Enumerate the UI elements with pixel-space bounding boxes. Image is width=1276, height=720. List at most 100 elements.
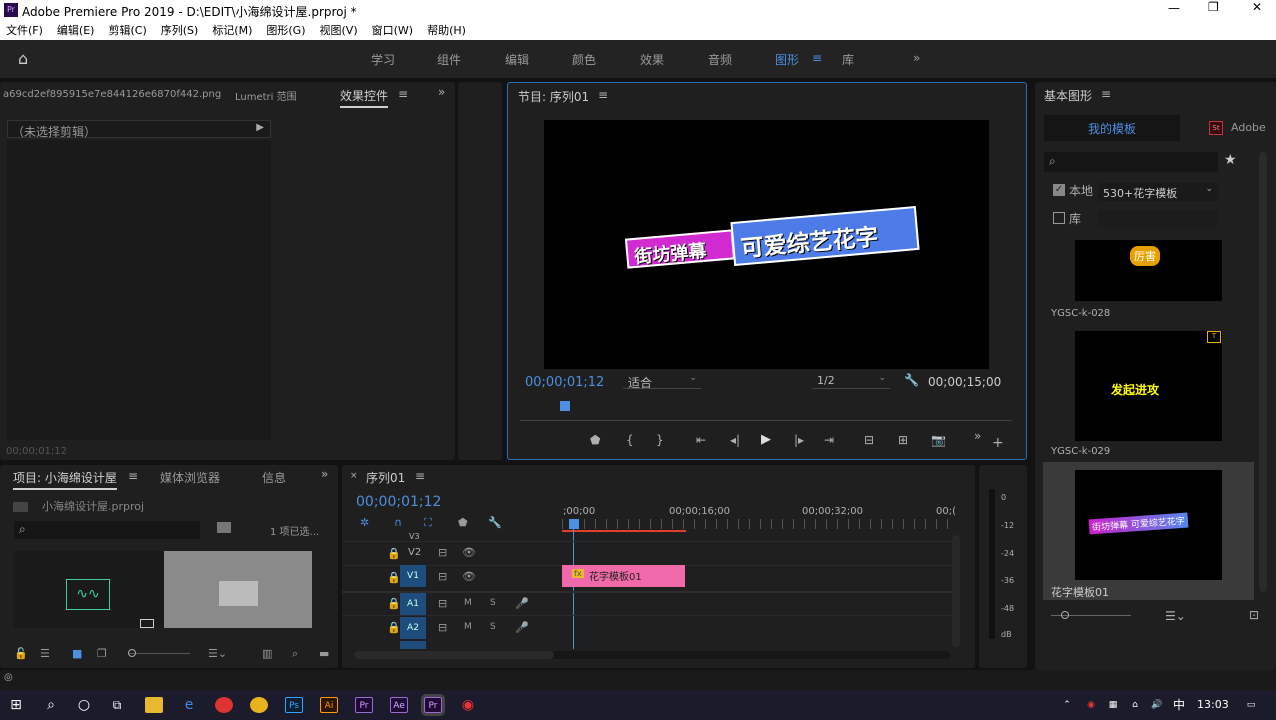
chrome-icon[interactable] bbox=[250, 697, 268, 713]
track-target-a1[interactable]: A1 bbox=[400, 593, 426, 615]
go-to-in-icon[interactable]: ⇤ bbox=[696, 433, 706, 447]
template-item-selected[interactable]: 街坊弹幕 可爱综艺花字 花字模板01 bbox=[1043, 462, 1254, 600]
lift-icon[interactable]: ⊟ bbox=[864, 433, 874, 447]
sort-icon[interactable]: ☰⌄ bbox=[208, 647, 227, 660]
snap-magnet-icon[interactable]: ∩ bbox=[394, 516, 402, 529]
time-ruler[interactable] bbox=[562, 519, 950, 529]
netease-music-icon[interactable] bbox=[215, 697, 233, 713]
lock-icon[interactable]: 🔓 bbox=[14, 647, 28, 660]
volume-icon[interactable]: 🔊 bbox=[1148, 697, 1166, 713]
program-monitor-title[interactable]: 节目: 序列01 bbox=[518, 88, 589, 105]
close-button[interactable]: ✕ bbox=[1252, 0, 1262, 14]
menu-clip[interactable]: 剪辑(C) bbox=[108, 22, 146, 38]
fit-dropdown[interactable]: 适合 ⌄ bbox=[623, 373, 701, 390]
library-checkbox[interactable] bbox=[1053, 212, 1065, 224]
new-item-icon[interactable]: ⊡ bbox=[1249, 608, 1259, 622]
timeline-timecode[interactable]: 00;00;01;12 bbox=[356, 494, 441, 510]
after-effects-icon[interactable]: Ae bbox=[390, 697, 408, 713]
menu-sequence[interactable]: 序列(S) bbox=[161, 22, 199, 38]
settings-wrench-icon[interactable]: 🔧 bbox=[904, 373, 919, 387]
recorder-icon[interactable]: ◉ bbox=[459, 697, 477, 713]
workspace-learn[interactable]: 学习 bbox=[371, 51, 395, 68]
icon-view-icon[interactable]: ■ bbox=[72, 647, 82, 660]
sync-lock-icon[interactable]: ⊟ bbox=[438, 570, 447, 583]
more-workspaces-icon[interactable]: » bbox=[913, 51, 920, 65]
track-target-a3[interactable] bbox=[400, 641, 426, 649]
more-panels-icon[interactable]: » bbox=[321, 467, 328, 481]
file-explorer-icon[interactable] bbox=[145, 697, 163, 713]
mute-button[interactable]: M bbox=[464, 598, 472, 608]
new-bin-icon[interactable]: ▬ bbox=[319, 647, 329, 660]
folder-up-icon[interactable] bbox=[13, 502, 28, 512]
solo-button[interactable]: S bbox=[490, 622, 496, 632]
sync-lock-icon[interactable]: ⊟ bbox=[438, 621, 447, 634]
library-dropdown[interactable] bbox=[1098, 210, 1218, 228]
tray-expand-icon[interactable]: ⌃ bbox=[1058, 697, 1076, 713]
workspace-audio[interactable]: 音频 bbox=[708, 51, 732, 68]
more-buttons-icon[interactable]: » bbox=[974, 429, 981, 443]
lock-icon[interactable]: 🔒 bbox=[387, 547, 401, 560]
tab-effect-controls[interactable]: 效果控件 bbox=[340, 87, 389, 108]
network-icon[interactable]: ⌂ bbox=[1126, 697, 1144, 713]
automate-icon[interactable]: ▥ bbox=[262, 647, 272, 660]
notifications-icon[interactable]: ▭ bbox=[1242, 697, 1260, 713]
go-to-out-icon[interactable]: ⇥ bbox=[824, 433, 834, 447]
tab-project[interactable]: 项目: 小海绵设计屋 bbox=[13, 469, 117, 490]
resolution-dropdown[interactable]: 1/2 ⌄ bbox=[812, 373, 890, 389]
menu-window[interactable]: 窗口(W) bbox=[372, 22, 413, 38]
lock-icon[interactable]: 🔒 bbox=[387, 597, 401, 610]
timeline-clip[interactable]: fx 花字模板01 bbox=[562, 565, 685, 587]
zoom-slider[interactable] bbox=[128, 649, 190, 657]
play-button[interactable]: ▶ bbox=[761, 432, 771, 447]
list-view-icon[interactable]: ☰ bbox=[40, 647, 50, 660]
work-area-bar[interactable] bbox=[562, 530, 686, 532]
eye-icon[interactable]: 👁 bbox=[462, 546, 476, 559]
vertical-scrollbar[interactable] bbox=[952, 535, 960, 647]
panel-menu-icon[interactable]: ≡ bbox=[598, 88, 608, 102]
playhead-handle[interactable] bbox=[560, 401, 570, 411]
premiere-active-icon[interactable]: Pr bbox=[421, 694, 445, 716]
lock-icon[interactable]: 🔒 bbox=[387, 571, 401, 584]
add-marker-icon[interactable]: ⬟ bbox=[458, 516, 468, 529]
ime-indicator[interactable]: 中 bbox=[1170, 697, 1188, 713]
tab-lumetri-scopes[interactable]: Lumetri 范围 bbox=[235, 88, 297, 103]
eye-icon[interactable]: 👁 bbox=[462, 570, 476, 583]
program-timecode[interactable]: 00;00;01;12 bbox=[525, 375, 604, 390]
more-panels-icon[interactable]: » bbox=[438, 85, 445, 99]
cortana-icon[interactable]: ○ bbox=[75, 697, 93, 713]
maximize-button[interactable]: ❐ bbox=[1208, 0, 1219, 14]
premiere-icon[interactable]: Pr bbox=[355, 697, 373, 713]
microphone-icon[interactable]: 🎤 bbox=[515, 621, 529, 634]
template-thumb-028[interactable]: 厉害 bbox=[1075, 240, 1222, 301]
tab-my-templates[interactable]: 我的模板 bbox=[1044, 115, 1180, 141]
menu-view[interactable]: 视图(V) bbox=[320, 22, 358, 38]
tab-media-browser[interactable]: 媒体浏览器 bbox=[160, 469, 220, 486]
mute-button[interactable]: M bbox=[464, 622, 472, 632]
tab-sequence[interactable]: 序列01 bbox=[366, 469, 405, 486]
bin-folder-thumb[interactable] bbox=[164, 551, 312, 628]
button-editor-icon[interactable]: + bbox=[992, 435, 1004, 451]
find-in-bin-icon[interactable] bbox=[217, 522, 231, 533]
workspace-color[interactable]: 颜色 bbox=[572, 51, 596, 68]
playhead-scrubber[interactable] bbox=[520, 401, 1012, 421]
timeline-playhead[interactable] bbox=[569, 519, 579, 529]
tray-record-icon[interactable]: ◉ bbox=[1082, 697, 1100, 713]
solo-button[interactable]: S bbox=[490, 598, 496, 608]
menu-marker[interactable]: 标记(M) bbox=[212, 22, 252, 38]
timeline-settings-icon[interactable]: 🔧 bbox=[488, 516, 502, 529]
sync-lock-icon[interactable]: ⊟ bbox=[438, 546, 447, 559]
template-search-input[interactable]: ⌕ bbox=[1044, 152, 1218, 172]
project-search-input[interactable]: ⌕ bbox=[14, 521, 200, 539]
workspace-effects[interactable]: 效果 bbox=[640, 51, 664, 68]
expand-arrow-icon[interactable]: ▶ bbox=[256, 122, 264, 133]
audio-media-thumb[interactable]: ∿∿ bbox=[14, 551, 164, 628]
workspace-graphics[interactable]: 图形 bbox=[775, 51, 799, 68]
menu-file[interactable]: 文件(F) bbox=[6, 22, 43, 38]
panel-menu-icon[interactable]: ≡ bbox=[398, 87, 408, 101]
freeform-view-icon[interactable]: ❐ bbox=[97, 647, 107, 660]
panel-menu-icon[interactable]: ≡ bbox=[415, 469, 425, 483]
clip-selector[interactable]: （未选择剪辑） ▶ bbox=[7, 120, 271, 139]
task-view-icon[interactable]: ⧉ bbox=[108, 697, 126, 713]
mark-in-icon[interactable]: { bbox=[626, 433, 634, 447]
search-icon[interactable]: ⌕ bbox=[42, 697, 60, 713]
